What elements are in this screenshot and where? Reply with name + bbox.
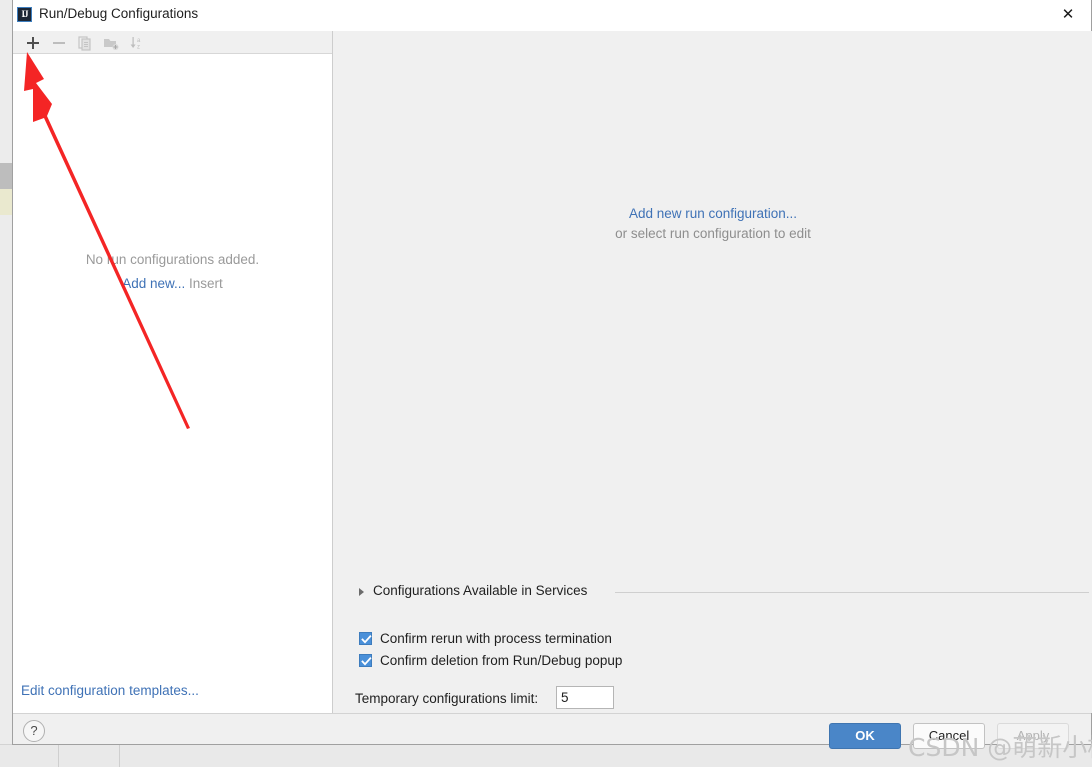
check-icon: [361, 657, 372, 666]
add-configuration-button[interactable]: [23, 33, 43, 52]
copy-icon: [78, 36, 91, 51]
sort-alpha-icon: a z: [130, 37, 141, 51]
copy-configuration-button[interactable]: [75, 33, 95, 52]
intellij-idea-icon: IJ: [17, 7, 32, 22]
close-icon: ✕: [1061, 6, 1075, 23]
run-debug-configurations-dialog: IJ Run/Debug Configurations ✕ a z No run…: [12, 0, 1092, 749]
new-folder-icon: [104, 39, 119, 50]
configurations-list-panel: a z No run configurations added. Add new…: [13, 31, 332, 713]
close-button[interactable]: ✕: [1045, 0, 1091, 30]
cancel-button[interactable]: Cancel: [913, 723, 985, 749]
add-new-run-configuration-link[interactable]: Add new run configuration...: [333, 206, 1092, 221]
temporary-configurations-limit-input[interactable]: [556, 686, 614, 709]
background-strip-segment: [0, 163, 12, 189]
plus-icon: [27, 37, 39, 49]
edit-configuration-templates-link[interactable]: Edit configuration templates...: [21, 683, 199, 698]
configuration-editor-panel: Add new run configuration... or select r…: [333, 31, 1092, 713]
confirm-rerun-label: Confirm rerun with process termination: [380, 631, 612, 646]
remove-configuration-button[interactable]: [49, 33, 69, 52]
confirm-rerun-checkbox[interactable]: [359, 632, 372, 645]
background-strip-segment: [0, 189, 12, 215]
confirm-deletion-label: Confirm deletion from Run/Debug popup: [380, 653, 623, 668]
svg-text:a: a: [137, 38, 141, 44]
triangle-right-icon[interactable]: [359, 588, 364, 596]
intellij-idea-icon-glyph: IJ: [21, 9, 28, 19]
taskbar-divider: [119, 745, 120, 767]
services-section-label: Configurations Available in Services: [373, 583, 588, 598]
temporary-configurations-limit-label: Temporary configurations limit:: [355, 691, 539, 706]
dialog-body: a z No run configurations added. Add new…: [13, 31, 1092, 713]
minus-icon: [53, 42, 65, 44]
dialog-titlebar: IJ Run/Debug Configurations ✕: [13, 0, 1091, 31]
svg-text:z: z: [137, 45, 140, 51]
screen-root: IJ Run/Debug Configurations ✕ a z No run…: [0, 0, 1092, 767]
ok-button[interactable]: OK: [829, 723, 901, 749]
apply-button[interactable]: Apply: [997, 723, 1069, 749]
background-strip-segment: [0, 0, 12, 163]
background-ide-strip: [0, 0, 12, 745]
background-strip-segment: [0, 215, 12, 745]
confirm-deletion-checkbox[interactable]: [359, 654, 372, 667]
add-new-shortcut: Insert: [189, 276, 223, 291]
section-separator: [615, 592, 1089, 593]
add-new-link[interactable]: Add new...: [122, 276, 185, 291]
dialog-title: Run/Debug Configurations: [39, 6, 199, 21]
empty-configurations-message: No run configurations added. Add new... …: [13, 249, 332, 294]
editor-placeholder: Add new run configuration... or select r…: [333, 206, 1092, 241]
help-button[interactable]: ?: [23, 720, 45, 742]
add-new-row: Add new... Insert: [13, 273, 332, 294]
configurations-toolbar: a z: [13, 31, 332, 54]
editor-placeholder-hint: or select run configuration to edit: [615, 226, 811, 241]
services-section-header[interactable]: Configurations Available in Services: [359, 583, 1089, 601]
dialog-footer: ? OK Cancel Apply: [13, 713, 1091, 749]
check-icon: [361, 635, 372, 644]
help-icon: ?: [30, 723, 38, 738]
empty-message-line: No run configurations added.: [85, 252, 260, 267]
new-folder-button[interactable]: [101, 33, 121, 52]
taskbar-divider: [58, 745, 59, 767]
sort-configurations-button[interactable]: a z: [127, 33, 147, 52]
